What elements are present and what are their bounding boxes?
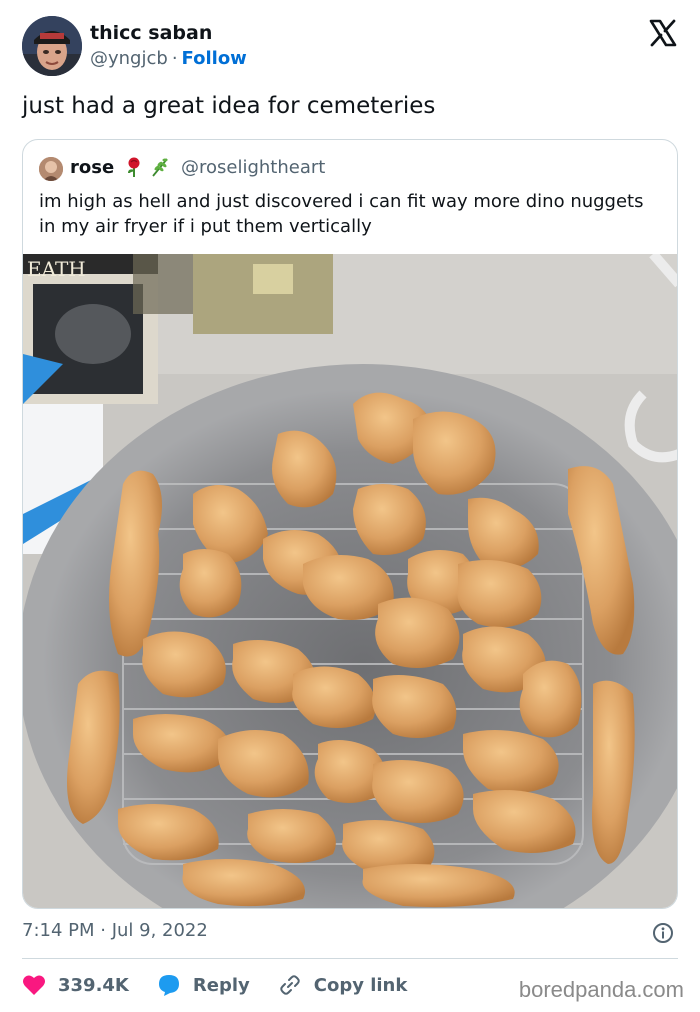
author-name[interactable]: thicc saban (90, 22, 212, 44)
reply-label: Reply (192, 974, 250, 996)
like-count: 339.4K (58, 974, 129, 996)
heart-icon (23, 975, 45, 995)
tweet-text: just had a great idea for cemeteries (22, 93, 436, 119)
quoted-author-avatar[interactable] (39, 157, 63, 181)
author-handle[interactable]: @yngjcb (90, 48, 168, 69)
copy-link-label: Copy link (313, 974, 408, 996)
author-handle-row: @yngjcb · Follow (90, 48, 247, 69)
info-icon[interactable] (652, 922, 674, 944)
x-logo-icon[interactable] (648, 18, 678, 48)
rose-emoji-icon (123, 156, 145, 178)
like-button[interactable]: 339.4K (22, 974, 129, 996)
quoted-author-handle[interactable]: @roselightheart (181, 157, 325, 178)
quoted-author-name[interactable]: rose (70, 157, 114, 178)
svg-text:EATH: EATH (27, 257, 86, 281)
watermark: boredpanda.com (518, 977, 684, 1002)
quoted-tweet[interactable]: rose @roselightheart im high as hell and… (22, 139, 678, 909)
reply-bubble-icon (158, 975, 179, 996)
link-icon (280, 975, 300, 995)
copy-link-button[interactable]: Copy link (278, 973, 408, 997)
tweet-card: thicc saban @yngjcb · Follow just had a gr… (0, 0, 700, 1012)
tweet-timestamp[interactable]: 7:14 PM · Jul 9, 2022 (22, 920, 208, 941)
action-bar: 339.4K Reply Copy link (22, 970, 435, 1000)
divider (22, 958, 678, 959)
quoted-photo[interactable]: EATH (23, 250, 677, 908)
author-avatar[interactable] (22, 16, 82, 76)
reply-button[interactable]: Reply (157, 973, 250, 997)
quoted-tweet-text: im high as hell and just discovered i ca… (39, 191, 644, 237)
herb-emoji-icon (149, 156, 171, 178)
follow-button[interactable]: Follow (182, 48, 247, 69)
separator-dot: · (171, 48, 178, 69)
